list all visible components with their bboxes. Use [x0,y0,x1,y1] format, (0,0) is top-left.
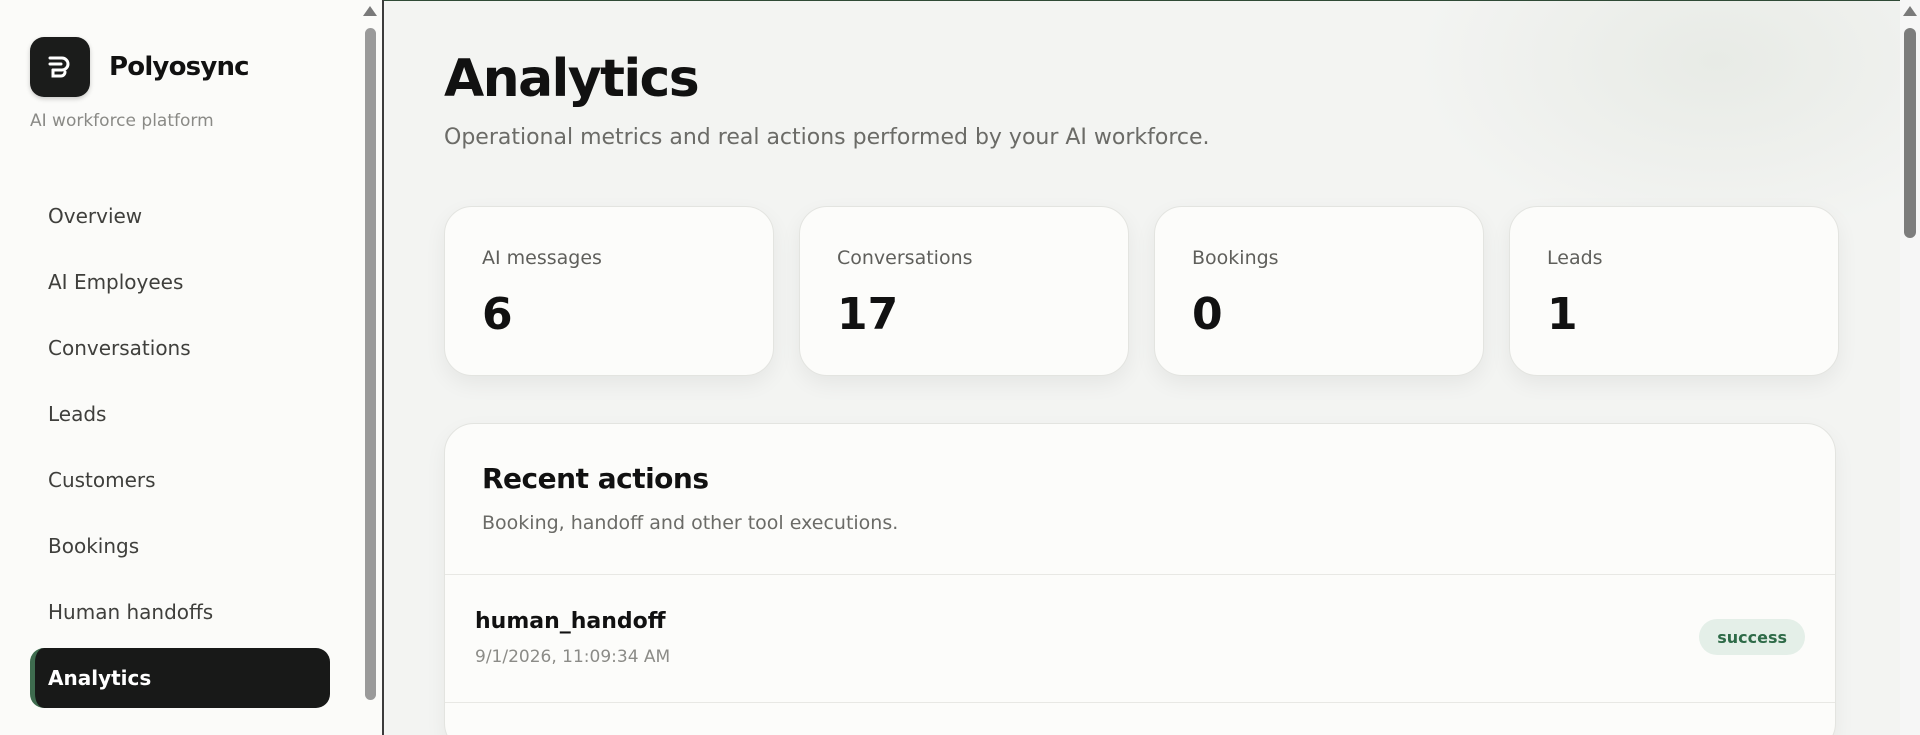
stat-card-bookings: Bookings 0 [1154,206,1484,376]
sidebar-item-ai-employees[interactable]: AI Employees [30,252,330,312]
sidebar-scroll-up-arrow[interactable] [363,6,377,16]
sidebar-item-analytics[interactable]: Analytics [30,648,330,708]
recent-actions-subtitle: Booking, handoff and other tool executio… [482,512,899,534]
brand[interactable]: Polyosync [30,37,250,97]
page-title: Analytics [444,49,700,109]
main-scrollbar-thumb[interactable] [1904,28,1916,238]
list-item[interactable]: human_handoff 9/1/2026, 11:09:34 AM succ… [445,575,1835,702]
status-badge: success [1699,619,1805,655]
stat-value: 17 [837,289,899,340]
sidebar-item-bookings[interactable]: Bookings [30,516,330,576]
stat-label: Conversations [837,247,973,269]
page-subtitle: Operational metrics and real actions per… [444,125,1210,150]
action-timestamp: 9/1/2026, 11:09:34 AM [475,647,671,667]
stats-row: AI messages 6 Conversations 17 Bookings … [444,206,1864,376]
recent-actions-title: Recent actions [482,462,709,495]
sidebar-item-conversations[interactable]: Conversations [30,318,330,378]
stat-label: Bookings [1192,247,1279,269]
brand-name: Polyosync [109,52,250,82]
brand-tagline: AI workforce platform [30,111,214,131]
sidebar-nav: Overview AI Employees Conversations Lead… [30,186,330,714]
polyosync-logo-icon [30,37,90,97]
action-name: human_handoff [475,609,666,634]
sidebar-item-customers[interactable]: Customers [30,450,330,510]
sidebar-item-overview[interactable]: Overview [30,186,330,246]
sidebar-scrollbar-thumb[interactable] [365,28,376,700]
sidebar: Polyosync AI workforce platform Overview… [0,0,384,735]
stat-card-ai-messages: AI messages 6 [444,206,774,376]
main-content: Analytics Operational metrics and real a… [386,1,1900,735]
scroll-up-arrow[interactable] [1903,6,1917,16]
main-scrollbar[interactable] [1900,0,1920,735]
stat-card-leads: Leads 1 [1509,206,1839,376]
stat-value: 6 [482,289,513,340]
sidebar-item-leads[interactable]: Leads [30,384,330,444]
recent-actions-card: Recent actions Booking, handoff and othe… [444,423,1836,735]
stat-label: AI messages [482,247,602,269]
divider [445,702,1835,703]
stat-value: 0 [1192,289,1223,340]
stat-label: Leads [1547,247,1603,269]
stat-card-conversations: Conversations 17 [799,206,1129,376]
sidebar-item-human-handoffs[interactable]: Human handoffs [30,582,330,642]
stat-value: 1 [1547,289,1578,340]
